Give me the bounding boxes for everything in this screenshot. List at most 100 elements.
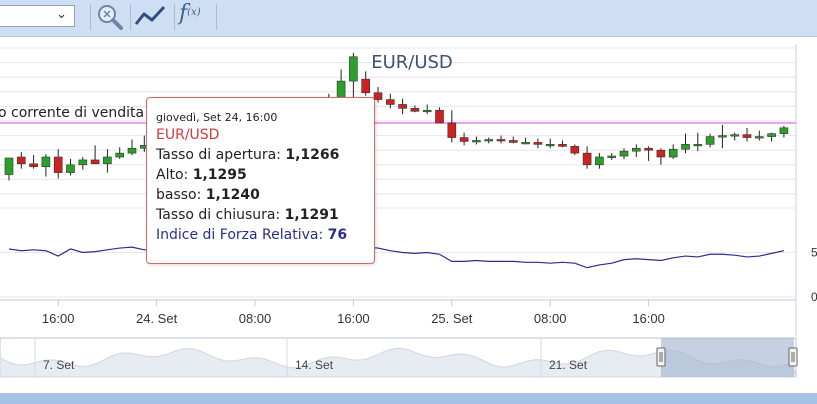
navigator-label: 7. Set [43,358,75,372]
tooltip-symbol: EUR/USD [156,127,220,143]
sell-price-label: o corrente di vendita [0,105,144,121]
tooltip-close: Tasso di chiusura: 1,1291 [156,207,374,227]
candle-body [127,147,137,154]
symbol-select[interactable]: ⌄ [0,5,75,27]
candle-body [459,137,469,142]
navigator-selection [661,338,794,377]
price-axis: 05 [811,246,817,305]
candle-body [644,147,653,151]
candle-body [631,147,641,152]
candle-body [508,140,518,143]
candle-body [435,109,444,124]
toolbar-divider [216,4,217,30]
candle-body [484,139,494,142]
candle-body [681,144,690,150]
navigator-label: 21. Set [549,358,588,372]
candle-body [705,136,715,145]
function-icon-sub: (x) [187,7,201,18]
toolbar-divider [174,4,175,30]
candle-body [29,163,38,168]
candle-body [607,155,617,158]
toolbar-divider [90,4,91,30]
candle-body [558,144,567,147]
candle-body [361,78,371,94]
candle-body [718,135,727,138]
candle-body [730,134,740,137]
candle-body [16,156,26,165]
tooltip-rsi: Indice di Forza Relativa: 76 [156,227,374,247]
candle-body [373,92,383,100]
tooltip-low-label: basso: [156,187,202,203]
candle-body [754,136,764,139]
tooltip-open-label: Tasso di apertura: [156,147,281,163]
tooltip-low-value: 1,1240 [205,187,260,203]
candle-body [103,156,112,165]
candle-body [767,133,776,137]
price-grid [0,44,797,336]
x-tick-label: 16:00 [337,311,370,326]
candle-body [521,142,530,145]
navigator-handle [788,347,798,367]
tooltip-date: giovedì, Set 24, 16:00 [156,111,278,124]
navigator[interactable]: 7. Set 14. Set 21. Set [0,337,798,378]
rsi-tick-label: 5 [811,246,817,260]
tooltip-open-value: 1,1266 [285,147,340,163]
candle-body [545,144,555,147]
candle-body [693,144,703,147]
candle-body [582,152,592,166]
zoom-reset-button[interactable] [94,2,126,32]
bottom-scrollbar[interactable] [0,393,817,404]
x-tick-label: 24. Set [136,311,178,326]
chart-area[interactable]: o corrente di vendita EUR/USD 16:00 24. S… [0,36,817,393]
candle-body [496,139,506,142]
tooltip-high: Alto: 1,1295 [156,167,374,187]
candle-body [78,159,88,166]
candle-body [66,164,75,173]
candle-body [656,149,666,158]
candle-body [595,156,604,166]
tooltip-rsi-value: 76 [327,227,348,243]
rsi-grid [0,207,796,298]
time-axis: 16:00 24. Set 08:00 16:00 25. Set 08:00 16:00 [0,299,796,326]
chevron-down-icon: ⌄ [56,7,67,22]
chart-toolbar: ⌄ f(x) [0,0,817,37]
candle-body [422,109,432,113]
x-tick-label: 08:00 [239,311,272,326]
tooltip-close-value: 1,1291 [284,207,339,223]
candle-body [90,159,100,165]
x-tick-label: 16:00 [42,311,75,326]
data-tooltip: giovedì, Set 24, 16:00 EUR/USD Tasso di … [146,97,375,264]
candle-body [668,148,678,158]
candle-body [53,156,63,173]
tooltip-high-value: 1,1295 [192,167,247,183]
function-icon: f [179,1,188,26]
line-chart-button[interactable] [134,2,166,32]
zoom-reset-icon [98,5,123,30]
tooltip-high-label: Alto: [156,167,189,183]
function-button[interactable]: f(x) [179,1,201,26]
candle-body [336,80,346,99]
candle-body [115,152,124,158]
candle-body [472,140,481,143]
x-tick-label: 08:00 [534,311,567,326]
tooltip-rsi-label: Indice di Forza Relativa: [156,227,324,243]
candle-body [447,122,457,138]
x-tick-label: 16:00 [632,311,665,326]
candle-body [533,142,543,145]
toolbar-divider [130,4,131,30]
candle-body [398,104,407,109]
candle-body [410,108,420,112]
tooltip-close-label: Tasso di chiusura: [156,207,281,223]
candle-body [619,150,629,157]
candle-body [570,146,580,154]
candle-body [349,56,358,82]
tooltip-open: Tasso di apertura: 1,1266 [156,147,374,167]
rsi-series [8,224,785,269]
rsi-tick-label: 0 [811,290,817,304]
tooltip-low: basso: 1,1240 [156,187,374,207]
candle-body [385,99,395,105]
rsi-line [8,228,785,269]
candle-body [742,134,752,138]
candle-body [4,157,14,175]
navigator-handle [656,347,666,367]
